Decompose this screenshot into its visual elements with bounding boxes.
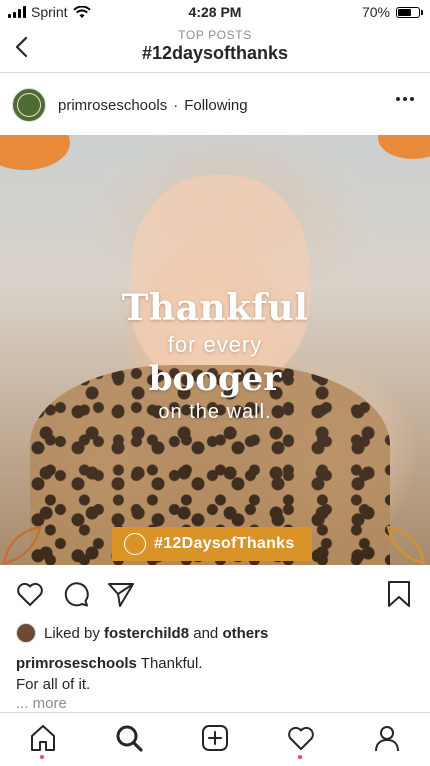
hashtag-banner: #12DaysofThanks (112, 527, 312, 561)
overlay-text-for-every: for every (167, 332, 263, 357)
search-icon (116, 725, 143, 752)
leaf-icon (386, 525, 426, 565)
post-image[interactable]: Thankful for every booger on the wall. #… (0, 135, 430, 565)
follow-status[interactable]: Following (184, 97, 247, 114)
share-icon[interactable] (106, 579, 136, 609)
post-actions (0, 575, 430, 615)
avatar[interactable] (12, 88, 46, 122)
overlay-text-thankful: Thankful (121, 287, 309, 329)
home-icon (31, 725, 55, 751)
status-bar: Sprint 4:28 PM 70% (0, 0, 430, 24)
comment-icon[interactable] (61, 579, 91, 609)
battery-icon (396, 6, 423, 18)
caption-line1: Thankful. (140, 655, 203, 672)
header-eyebrow: TOP POSTS (178, 28, 252, 42)
liker-avatar[interactable] (16, 623, 36, 643)
bottom-nav (0, 712, 430, 766)
heart-icon[interactable] (15, 579, 45, 609)
post-header: primroseschools · Following (0, 84, 430, 126)
profile-icon (375, 726, 399, 752)
notification-dot (298, 755, 302, 759)
post-username[interactable]: primroseschools (58, 97, 167, 114)
separator-dot: · (173, 97, 179, 114)
pumpkin-decoration (0, 135, 70, 170)
leaf-icon (2, 525, 42, 565)
likes-conjunction: and (193, 624, 219, 642)
battery-percent: 70% (361, 4, 390, 20)
hashtag-banner-text: #12DaysofThanks (154, 535, 295, 552)
likes-prefix: Liked by (44, 624, 100, 642)
caption-more-link[interactable]: ... more (16, 695, 67, 712)
liker-username[interactable]: fosterchild8 (104, 625, 189, 642)
nav-add[interactable] (200, 723, 230, 755)
caption-username[interactable]: primroseschools (16, 655, 137, 672)
pumpkin-decoration (378, 135, 430, 159)
likes-others[interactable]: others (222, 625, 268, 642)
nav-home[interactable] (28, 723, 58, 759)
battery-group: 70% (361, 4, 423, 20)
more-dots-icon[interactable] (396, 97, 414, 101)
caption-line2: For all of it. (16, 676, 91, 693)
add-icon (202, 725, 228, 751)
logo-icon (124, 533, 146, 555)
caption: primroseschools Thankful. For all of it. (16, 653, 416, 695)
post-user-row: primroseschools · Following (58, 97, 248, 114)
overlay-text-on-the-wall: on the wall. (158, 401, 272, 423)
logo-icon (17, 93, 41, 117)
nav-search[interactable] (114, 723, 144, 755)
bookmark-icon[interactable] (384, 579, 414, 609)
nav-profile[interactable] (372, 723, 402, 755)
page-title: #12daysofthanks (141, 43, 289, 63)
overlay-text-booger: booger (148, 359, 282, 399)
notification-dot (40, 755, 44, 759)
likes-row: Liked by fosterchild8 and others (16, 622, 268, 644)
nav-activity[interactable] (286, 723, 316, 759)
activity-heart-icon (288, 726, 314, 750)
top-header: TOP POSTS #12daysofthanks (0, 24, 430, 73)
